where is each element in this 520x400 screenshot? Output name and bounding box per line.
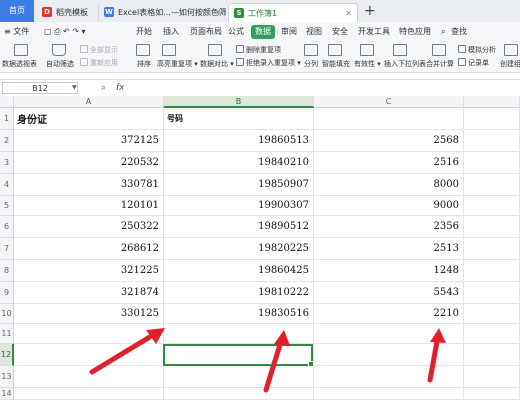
fill-handle[interactable]: [308, 361, 314, 367]
table-cell[interactable]: 2356: [314, 216, 464, 238]
row-header[interactable]: 3: [0, 152, 14, 174]
header-cell[interactable]: 身份证: [14, 108, 164, 130]
row-header[interactable]: 12: [0, 344, 14, 366]
table-cell[interactable]: [14, 366, 164, 388]
table-cell[interactable]: 19860425: [164, 260, 314, 282]
table-cell[interactable]: 268612: [14, 238, 164, 260]
row-header[interactable]: 1: [0, 108, 14, 130]
table-cell[interactable]: 321225: [14, 260, 164, 282]
table-cell[interactable]: 5543: [314, 282, 464, 304]
table-cell[interactable]: 19810222: [164, 282, 314, 304]
table-cell[interactable]: 220532: [14, 152, 164, 174]
table-cell[interactable]: [464, 152, 520, 174]
row-header[interactable]: 8: [0, 260, 14, 282]
table-cell[interactable]: 19900307: [164, 196, 314, 216]
table-cell[interactable]: 250322: [14, 216, 164, 238]
table-cell[interactable]: 330125: [14, 304, 164, 324]
table-cell[interactable]: [464, 108, 520, 130]
table-cell[interactable]: [314, 366, 464, 388]
table-cell[interactable]: [14, 344, 164, 366]
table-cell[interactable]: [464, 366, 520, 388]
table-cell[interactable]: 120101: [14, 196, 164, 216]
table-cell[interactable]: [164, 388, 314, 400]
table-cell[interactable]: 372125: [14, 130, 164, 152]
row-header[interactable]: 6: [0, 216, 14, 238]
table-cell[interactable]: 8000: [314, 174, 464, 196]
table-cell[interactable]: 1248: [314, 260, 464, 282]
table-cell[interactable]: 2568: [314, 130, 464, 152]
table-cell[interactable]: [14, 388, 164, 400]
table-cell[interactable]: 19850907: [164, 174, 314, 196]
table-cell[interactable]: [464, 196, 520, 216]
table-cell[interactable]: 321874: [14, 282, 164, 304]
table-cell[interactable]: [464, 344, 520, 366]
table-cell[interactable]: 19830516: [164, 304, 314, 324]
table-cell[interactable]: [314, 388, 464, 400]
row-header[interactable]: 11: [0, 324, 14, 344]
table-cell[interactable]: 2516: [314, 152, 464, 174]
row-header[interactable]: 9: [0, 282, 14, 304]
header-cell[interactable]: 号码: [164, 108, 314, 130]
table-cell[interactable]: 19840210: [164, 152, 314, 174]
table-cell[interactable]: [164, 366, 314, 388]
table-cell[interactable]: 19860513: [164, 130, 314, 152]
table-cell[interactable]: [464, 174, 520, 196]
table-cell[interactable]: [464, 388, 520, 400]
row-header[interactable]: 10: [0, 304, 14, 324]
header-cell[interactable]: [314, 108, 464, 130]
row-header[interactable]: 2: [0, 130, 14, 152]
row-header[interactable]: 5: [0, 196, 14, 216]
selected-cell[interactable]: [163, 344, 314, 367]
table-cell[interactable]: 19820225: [164, 238, 314, 260]
table-cell[interactable]: [464, 260, 520, 282]
table-cell[interactable]: 2210: [314, 304, 464, 324]
table-cell[interactable]: [464, 282, 520, 304]
row-header[interactable]: 14: [0, 388, 14, 400]
row-header[interactable]: 4: [0, 174, 14, 196]
table-cell[interactable]: [314, 324, 464, 344]
table-cell[interactable]: [314, 344, 464, 366]
table-cell[interactable]: [464, 216, 520, 238]
row-header[interactable]: 13: [0, 366, 14, 388]
grid-body: 1 身份证 号码 2 372125 19860513 2568 3 220532 19840210…: [0, 0, 520, 400]
table-cell[interactable]: [14, 324, 164, 344]
table-cell[interactable]: [464, 324, 520, 344]
table-cell[interactable]: 330781: [14, 174, 164, 196]
table-cell[interactable]: [464, 304, 520, 324]
table-cell[interactable]: 19890512: [164, 216, 314, 238]
row-header[interactable]: 7: [0, 238, 14, 260]
table-cell[interactable]: [164, 324, 314, 344]
table-cell[interactable]: 2513: [314, 238, 464, 260]
table-cell[interactable]: 9000: [314, 196, 464, 216]
table-cell[interactable]: [464, 130, 520, 152]
table-cell[interactable]: [464, 238, 520, 260]
